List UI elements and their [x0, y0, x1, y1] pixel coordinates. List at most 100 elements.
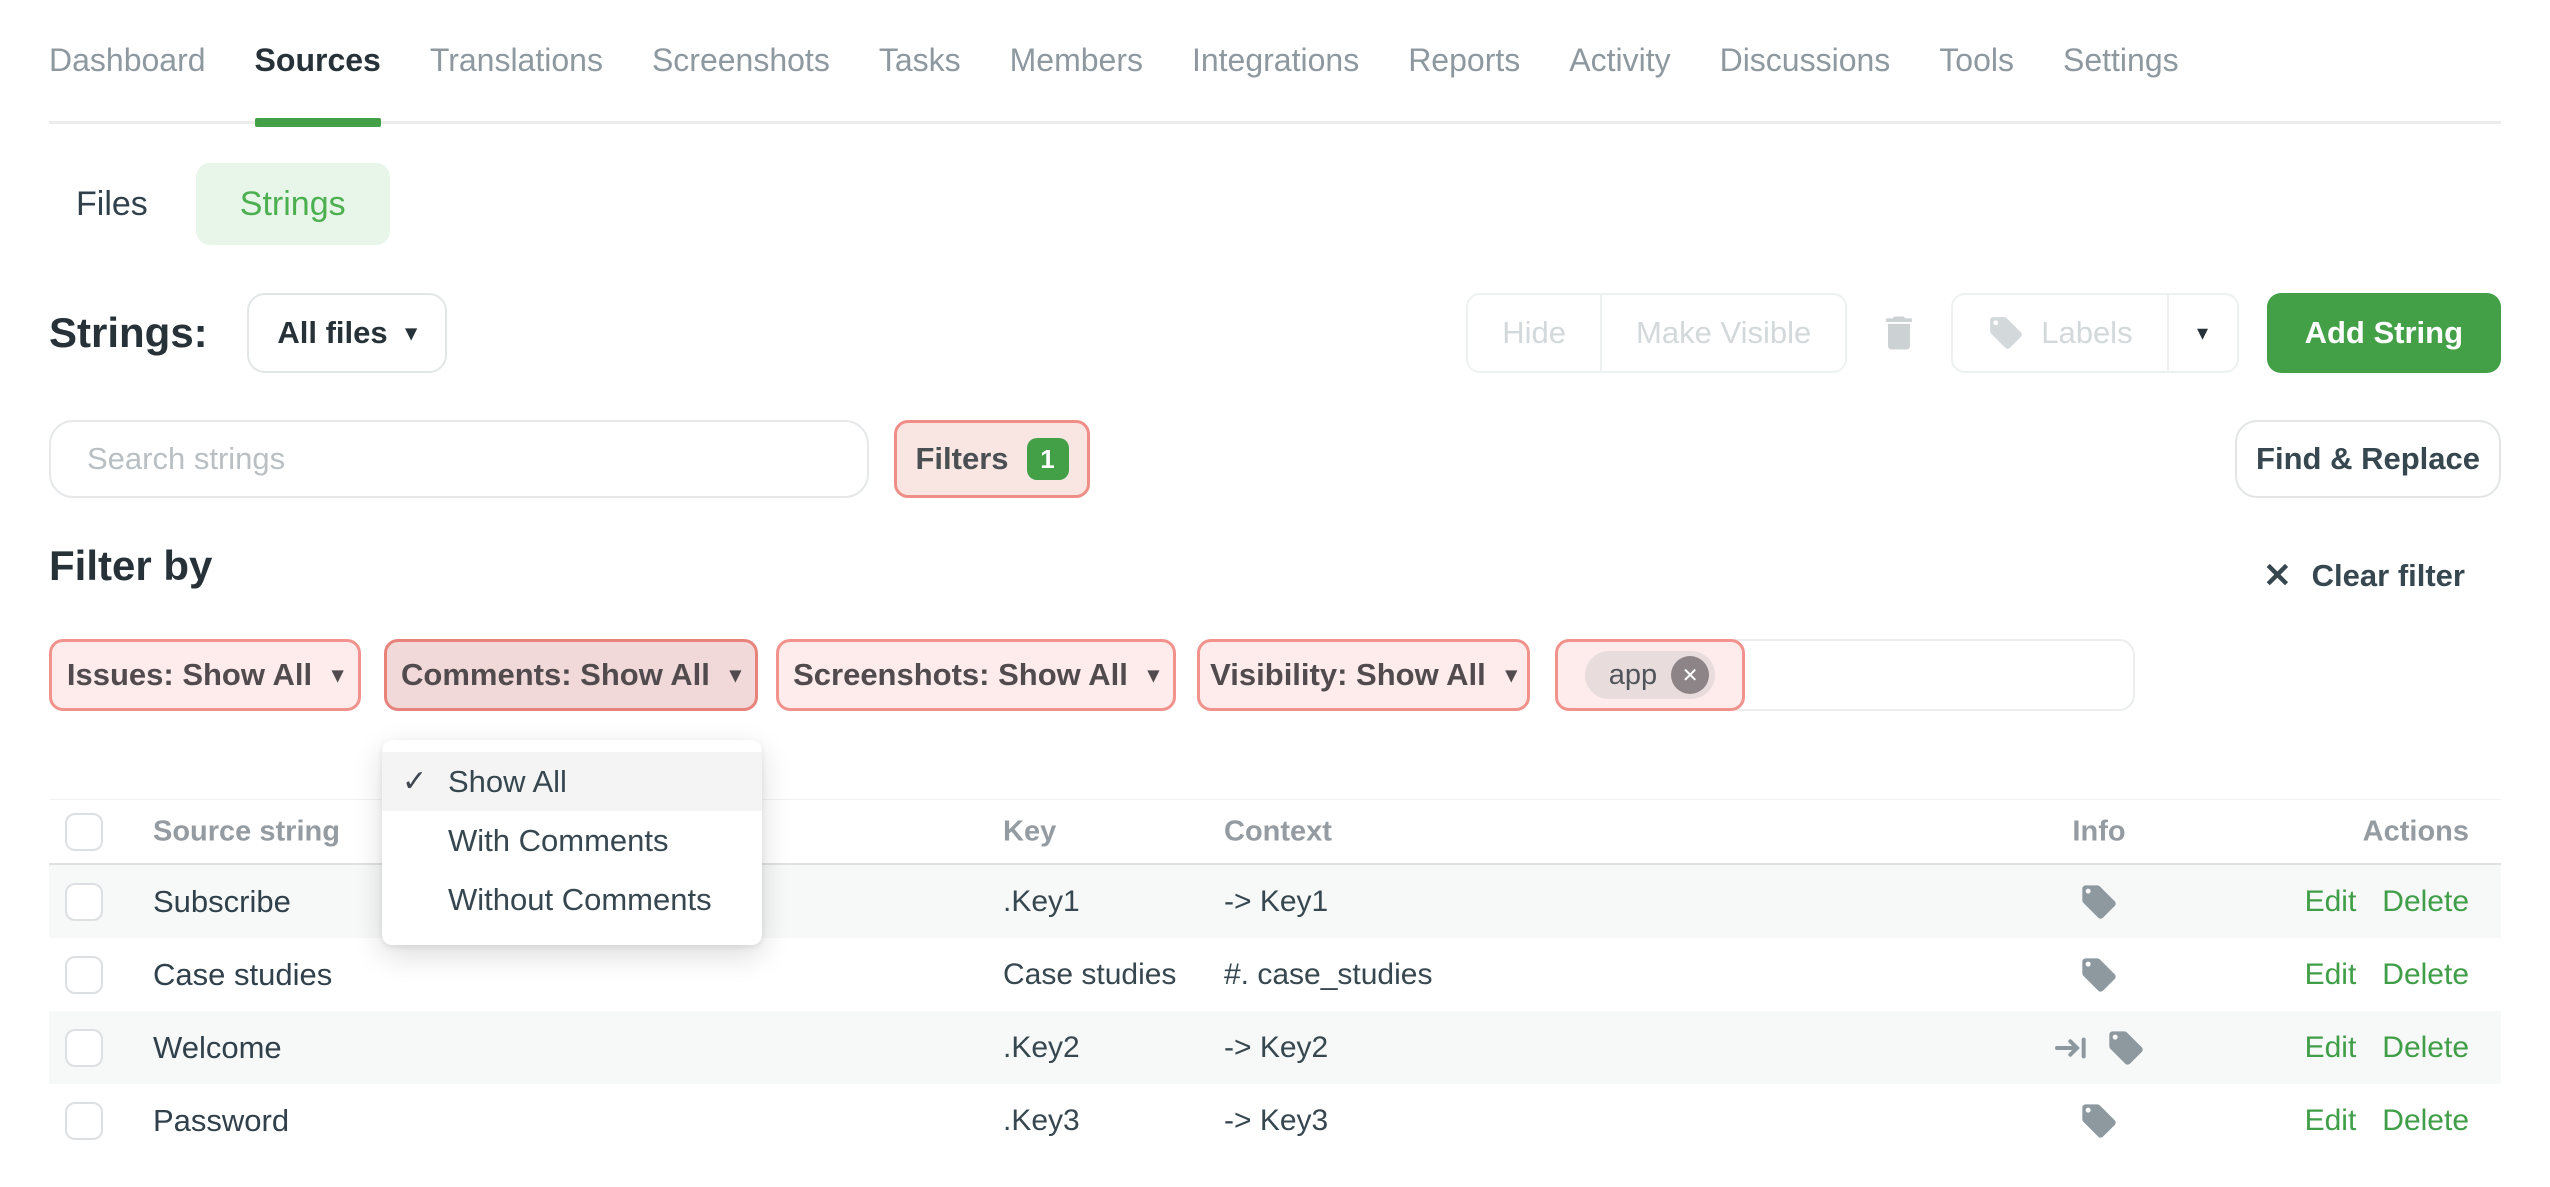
make-visible-button[interactable]: Make Visible [1600, 295, 1845, 371]
tab-strings[interactable]: Strings [196, 163, 390, 245]
strings-page: Dashboard Sources Translations Screensho… [0, 0, 2550, 1187]
nav-item-settings[interactable]: Settings [2063, 0, 2179, 121]
edit-link[interactable]: Edit [2305, 958, 2357, 992]
edit-link[interactable]: Edit [2305, 1104, 2357, 1138]
filter-section-title: Filter by [49, 542, 212, 590]
chevron-down-icon: ▾ [730, 664, 741, 686]
tag-icon [2079, 882, 2119, 922]
nav-item-members[interactable]: Members [1010, 0, 1143, 121]
delete-link[interactable]: Delete [2382, 1104, 2469, 1138]
filter-issues-dropdown[interactable]: Issues: Show All ▾ [49, 639, 361, 711]
tag-icon [2079, 1101, 2119, 1141]
filter-visibility-label: Visibility: Show All [1210, 657, 1486, 693]
delete-link[interactable]: Delete [2382, 1031, 2469, 1065]
label-tag-chip: app ✕ [1585, 651, 1715, 699]
filter-comments-dropdown[interactable]: Comments: Show All ▾ [384, 639, 758, 711]
nav-item-integrations[interactable]: Integrations [1192, 0, 1359, 121]
delete-link[interactable]: Delete [2382, 958, 2469, 992]
tag-icon [1987, 314, 2025, 352]
file-filter-value: All files [277, 315, 387, 351]
key-cell: .Key2 [1003, 1031, 1080, 1065]
filter-issues-label: Issues: Show All [67, 657, 312, 693]
filters-button-label: Filters [915, 441, 1008, 477]
menu-item-label: Without Comments [448, 882, 712, 918]
delete-strings-button[interactable] [1875, 305, 1923, 361]
source-string-cell: Case studies [153, 957, 332, 993]
edit-link[interactable]: Edit [2305, 1031, 2357, 1065]
source-string-cell: Subscribe [153, 884, 291, 920]
nav-item-dashboard[interactable]: Dashboard [49, 0, 206, 121]
filter-screenshots-dropdown[interactable]: Screenshots: Show All ▾ [776, 639, 1176, 711]
labels-button-label: Labels [2041, 315, 2132, 351]
nav-item-activity[interactable]: Activity [1569, 0, 1670, 121]
row-checkbox[interactable] [65, 1029, 103, 1067]
header-context: Context [1224, 815, 1332, 848]
chevron-down-icon: ▾ [332, 664, 343, 686]
tag-icon [2079, 955, 2119, 995]
search-row: Filters 1 Find & Replace [49, 420, 2501, 498]
row-checkbox[interactable] [65, 1102, 103, 1140]
toolbar-actions: Hide Make Visible Labels ▾ Add [1466, 293, 2501, 373]
filter-screenshots-label: Screenshots: Show All [793, 657, 1128, 693]
tag-icon [2106, 1028, 2146, 1068]
chevron-down-icon: ▾ [406, 322, 417, 344]
key-cell: .Key1 [1003, 885, 1080, 919]
visibility-button-group: Hide Make Visible [1466, 293, 1847, 373]
strings-toolbar: Strings: All files ▾ Hide Make Visible [49, 293, 2501, 373]
source-string-cell: Password [153, 1103, 289, 1139]
key-cell: .Key3 [1003, 1104, 1080, 1138]
nav-item-discussions[interactable]: Discussions [1720, 0, 1891, 121]
chevron-down-icon: ▾ [1506, 664, 1517, 686]
filters-count-badge: 1 [1027, 438, 1069, 480]
source-subtabs: Files Strings [49, 162, 390, 246]
check-icon: ✓ [402, 764, 448, 799]
hide-button[interactable]: Hide [1468, 295, 1600, 371]
select-all-checkbox[interactable] [65, 813, 103, 851]
labels-split-button: Labels ▾ [1951, 293, 2238, 373]
nav-item-reports[interactable]: Reports [1408, 0, 1520, 121]
chevron-down-icon: ▾ [1148, 664, 1159, 686]
labels-dropdown-toggle[interactable]: ▾ [2167, 295, 2237, 371]
header-actions: Actions [2363, 815, 2469, 848]
top-navigation: Dashboard Sources Translations Screensho… [49, 0, 2501, 124]
header-key: Key [1003, 815, 1056, 848]
context-cell: #. case_studies [1224, 958, 1432, 992]
nav-item-tasks[interactable]: Tasks [879, 0, 961, 121]
clear-filter-button[interactable]: ✕ Clear filter [2263, 556, 2465, 596]
source-string-cell: Welcome [153, 1030, 282, 1066]
menu-item-without-comments[interactable]: Without Comments [382, 870, 762, 929]
tab-files[interactable]: Files [49, 185, 196, 224]
header-source-string: Source string [153, 815, 340, 848]
chevron-down-icon: ▾ [2197, 322, 2208, 344]
remove-tag-button[interactable]: ✕ [1671, 656, 1709, 694]
add-string-button[interactable]: Add String [2267, 293, 2501, 373]
context-cell: -> Key3 [1224, 1104, 1328, 1138]
label-tag-text: app [1609, 659, 1657, 692]
arrow-to-bar-icon [2052, 1028, 2092, 1068]
nav-item-tools[interactable]: Tools [1939, 0, 2014, 121]
nav-item-translations[interactable]: Translations [430, 0, 603, 121]
delete-link[interactable]: Delete [2382, 885, 2469, 919]
context-cell: -> Key1 [1224, 885, 1328, 919]
menu-item-with-comments[interactable]: With Comments [382, 811, 762, 870]
table-row: Welcome .Key2 -> Key2 Edit Delete [49, 1011, 2501, 1084]
filters-button[interactable]: Filters 1 [894, 420, 1090, 498]
file-filter-dropdown[interactable]: All files ▾ [247, 293, 447, 373]
nav-item-screenshots[interactable]: Screenshots [652, 0, 830, 121]
nav-item-sources[interactable]: Sources [255, 0, 381, 121]
trash-icon [1877, 311, 1921, 355]
find-replace-button[interactable]: Find & Replace [2235, 420, 2501, 498]
filter-chip-row: Issues: Show All ▾ Comments: Show All ▾ … [49, 639, 2501, 711]
row-checkbox[interactable] [65, 883, 103, 921]
table-row: Password .Key3 -> Key3 Edit Delete [49, 1084, 2501, 1157]
menu-item-show-all[interactable]: ✓ Show All [382, 752, 762, 811]
edit-link[interactable]: Edit [2305, 885, 2357, 919]
close-icon: ✕ [2263, 556, 2292, 596]
row-checkbox[interactable] [65, 956, 103, 994]
page-title: Strings: [49, 309, 208, 357]
search-input[interactable] [49, 420, 869, 498]
filter-visibility-dropdown[interactable]: Visibility: Show All ▾ [1197, 639, 1530, 711]
labels-filter-focused-segment: app ✕ [1555, 639, 1745, 711]
labels-button[interactable]: Labels [1953, 295, 2166, 371]
menu-item-label: Show All [448, 764, 567, 800]
